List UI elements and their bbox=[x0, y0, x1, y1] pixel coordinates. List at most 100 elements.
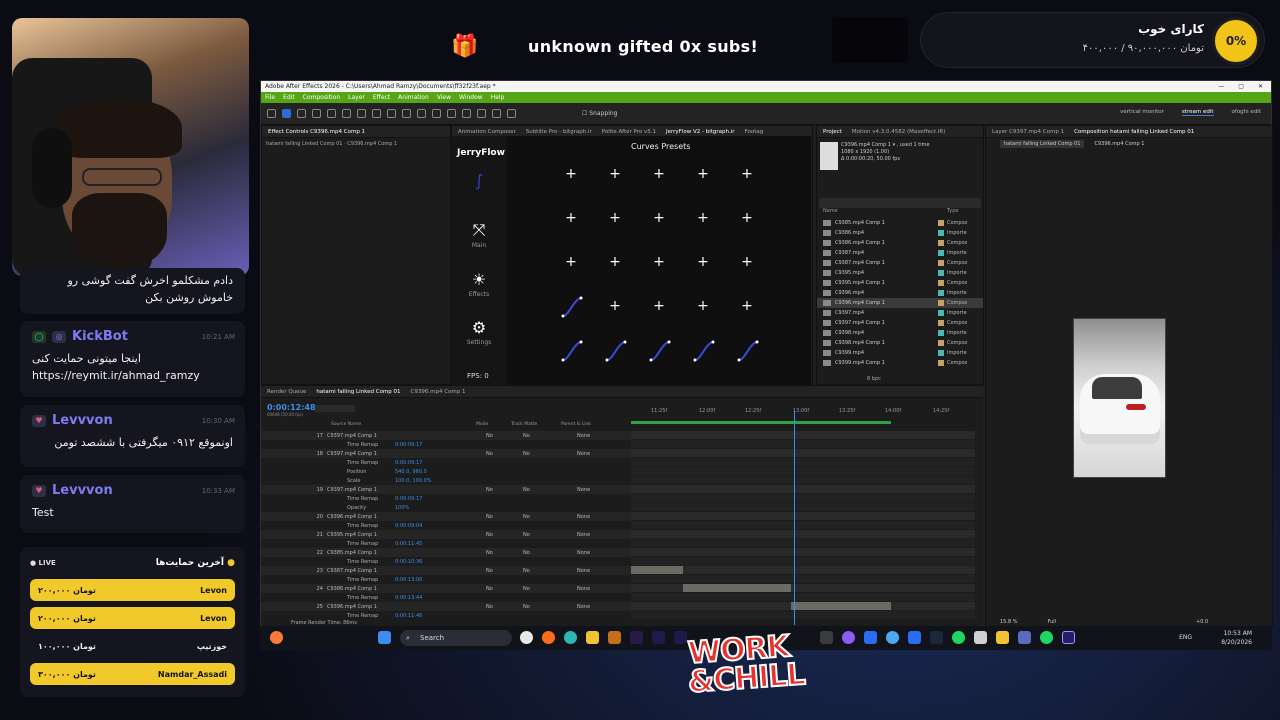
timeline-comp-tab[interactable]: hatami falling Linked Comp 01 bbox=[316, 389, 400, 395]
track-matte-dropdown[interactable]: No bbox=[523, 487, 530, 493]
add-preset-button[interactable]: + bbox=[649, 252, 669, 272]
project-search-input[interactable] bbox=[819, 198, 981, 208]
current-time[interactable]: 0:00:12:48 bbox=[267, 403, 316, 412]
mode-dropdown[interactable]: No bbox=[486, 487, 493, 493]
composition-tab[interactable]: Composition hatami falling Linked Comp 0… bbox=[1074, 129, 1194, 135]
brush-tool-icon[interactable] bbox=[447, 109, 456, 118]
after-effects-icon[interactable] bbox=[674, 631, 687, 644]
layer-track[interactable] bbox=[631, 584, 975, 592]
project-item[interactable]: C9395.mp4 Importe bbox=[817, 268, 983, 278]
timeline-layer[interactable]: 23 C9387.mp4 Comp 1 No No None bbox=[261, 566, 631, 575]
curve-preset-icon[interactable] bbox=[649, 340, 671, 362]
home-icon[interactable] bbox=[267, 109, 276, 118]
layer-track[interactable] bbox=[631, 494, 975, 502]
layer-track[interactable] bbox=[631, 485, 975, 493]
label-color-swatch[interactable] bbox=[938, 280, 944, 286]
close-button[interactable]: ✕ bbox=[1258, 81, 1263, 92]
track-matte-dropdown[interactable]: No bbox=[523, 586, 530, 592]
label-color-swatch[interactable] bbox=[938, 330, 944, 336]
playhead[interactable] bbox=[794, 410, 795, 625]
telegram-icon[interactable] bbox=[886, 631, 899, 644]
menu-help[interactable]: Help bbox=[491, 94, 505, 101]
layer-property[interactable]: Time Remap 0:00:10:36 bbox=[261, 557, 631, 566]
add-preset-button[interactable]: + bbox=[649, 164, 669, 184]
property-value[interactable]: 100.0, 100.0% bbox=[395, 478, 455, 484]
steam-icon[interactable] bbox=[930, 631, 943, 644]
ext-tab[interactable]: Subtitle Pro - bitgraph.ir bbox=[526, 129, 592, 135]
add-preset-button[interactable]: + bbox=[561, 208, 581, 228]
curve-preset-icon[interactable] bbox=[693, 340, 715, 362]
menu-composition[interactable]: Composition bbox=[303, 94, 340, 101]
col-track-matte[interactable]: Track Matte bbox=[511, 422, 537, 427]
spotify-icon[interactable] bbox=[952, 631, 965, 644]
layer-track[interactable] bbox=[631, 503, 975, 511]
render-queue-tab[interactable]: Render Queue bbox=[267, 389, 306, 395]
col-name[interactable]: Name bbox=[823, 208, 838, 214]
label-color-swatch[interactable] bbox=[938, 300, 944, 306]
widgets-icon[interactable] bbox=[270, 631, 283, 644]
layer-track[interactable] bbox=[631, 611, 975, 619]
col-mode[interactable]: Mode bbox=[476, 422, 488, 427]
label-color-swatch[interactable] bbox=[938, 260, 944, 266]
effect-controls-tab[interactable]: Effect Controls C9396.mp4 Comp 1 bbox=[268, 129, 365, 135]
parent-dropdown[interactable]: None bbox=[577, 433, 590, 439]
project-item[interactable]: C9399.mp4 Comp 1 Compos bbox=[817, 358, 983, 368]
timeline-layer[interactable]: 17 C9397.mp4 Comp 1 No No None bbox=[261, 431, 631, 440]
layer-property[interactable]: Time Remap 0:00:11:46 bbox=[261, 611, 631, 620]
property-value[interactable]: 0:00:13:44 bbox=[395, 595, 455, 601]
layer-track[interactable] bbox=[631, 449, 975, 457]
project-item[interactable]: C9399.mp4 Importe bbox=[817, 348, 983, 358]
add-preset-button[interactable]: + bbox=[737, 164, 757, 184]
label-color-swatch[interactable] bbox=[938, 270, 944, 276]
pan-tool-icon[interactable] bbox=[342, 109, 351, 118]
property-value[interactable]: 0:00:09:17 bbox=[395, 496, 455, 502]
ext-tab[interactable]: Footag bbox=[745, 129, 764, 135]
layer-property[interactable]: Time Remap 0:00:13:44 bbox=[261, 593, 631, 602]
timeline-layer[interactable]: 25 C9396.mp4 Comp 1 No No None bbox=[261, 602, 631, 611]
mode-dropdown[interactable]: No bbox=[486, 451, 493, 457]
layer-track[interactable] bbox=[631, 557, 975, 565]
mode-dropdown[interactable]: No bbox=[486, 586, 493, 592]
layer-property[interactable]: Opacity 100% bbox=[261, 503, 631, 512]
layer-track[interactable] bbox=[631, 440, 975, 448]
add-preset-button[interactable]: + bbox=[605, 252, 625, 272]
layer-track[interactable] bbox=[631, 458, 975, 466]
pen-tool-icon[interactable] bbox=[417, 109, 426, 118]
add-preset-button[interactable]: + bbox=[561, 164, 581, 184]
roto-tool-icon[interactable] bbox=[492, 109, 501, 118]
start-button-icon[interactable] bbox=[378, 631, 391, 644]
layer-track[interactable] bbox=[631, 521, 975, 529]
add-preset-button[interactable]: + bbox=[693, 208, 713, 228]
add-preset-button[interactable]: + bbox=[737, 296, 757, 316]
app-icon[interactable] bbox=[1018, 631, 1031, 644]
layer-property[interactable]: Time Remap 0:00:09:17 bbox=[261, 458, 631, 467]
time-ruler[interactable]: 11:25f 12:00f 12:25f 13:00f 13:25f 14:00… bbox=[631, 408, 975, 420]
zoom-dropdown[interactable]: 15.8 % bbox=[1000, 619, 1017, 625]
project-item[interactable]: C9385.mp4 Comp 1 Compos bbox=[817, 218, 983, 228]
menu-animation[interactable]: Animation bbox=[398, 94, 429, 101]
add-preset-button[interactable]: + bbox=[737, 252, 757, 272]
property-value[interactable]: 0:00:11:45 bbox=[395, 541, 455, 547]
parent-dropdown[interactable]: None bbox=[577, 514, 590, 520]
shape-tool-icon[interactable] bbox=[402, 109, 411, 118]
layer-track[interactable] bbox=[631, 530, 975, 538]
layer-property[interactable]: Time Remap 0:00:09:17 bbox=[261, 494, 631, 503]
ext-tab[interactable]: Polite After Pro v5.1 bbox=[602, 129, 656, 135]
chrome-icon[interactable] bbox=[520, 631, 533, 644]
menu-effect[interactable]: Effect bbox=[373, 94, 390, 101]
col-source[interactable]: Source Name bbox=[331, 422, 361, 427]
project-tab[interactable]: Project bbox=[823, 129, 842, 135]
mode-dropdown[interactable]: No bbox=[486, 433, 493, 439]
timeline-layer[interactable]: 18 C9397.mp4 Comp 1 No No None bbox=[261, 449, 631, 458]
app-icon[interactable] bbox=[864, 631, 877, 644]
property-value[interactable]: 0:00:09:17 bbox=[395, 460, 455, 466]
layer-property[interactable]: Time Remap 0:00:13:00 bbox=[261, 575, 631, 584]
layer-property[interactable]: Time Remap 0:00:11:45 bbox=[261, 539, 631, 548]
add-preset-button[interactable]: + bbox=[693, 296, 713, 316]
label-color-swatch[interactable] bbox=[938, 240, 944, 246]
parent-dropdown[interactable]: None bbox=[577, 487, 590, 493]
curves-icon[interactable]: ∫ bbox=[461, 171, 497, 190]
menu-window[interactable]: Window bbox=[459, 94, 483, 101]
app-icon[interactable] bbox=[820, 631, 833, 644]
layer-property[interactable]: Scale 100.0, 100.0% bbox=[261, 476, 631, 485]
